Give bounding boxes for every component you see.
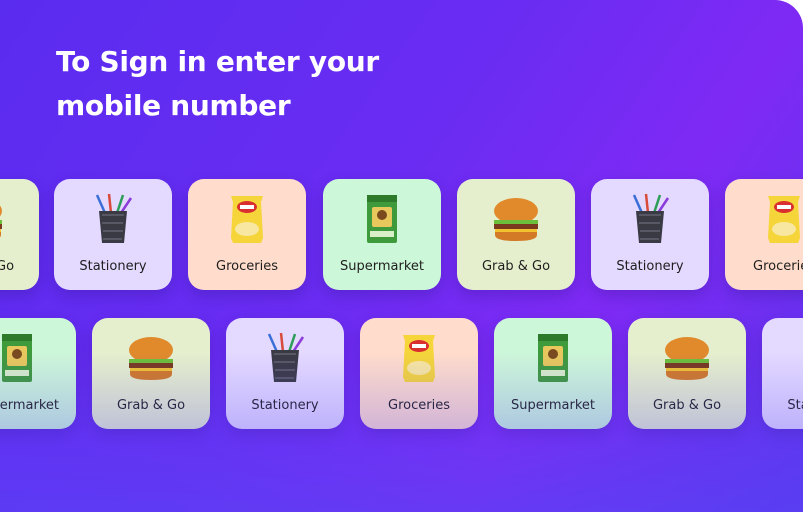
category-label: Grab & Go (652, 398, 722, 413)
category-tile-groceries[interactable]: Groceries (360, 318, 478, 429)
category-label: Stationery (79, 259, 147, 274)
category-tile-stationery[interactable]: Stationery (591, 179, 709, 290)
category-tile-supermarket[interactable]: Supermarket (0, 318, 76, 429)
category-tile-groceries[interactable]: Groceries (188, 179, 306, 290)
burger-icon (129, 337, 173, 380)
pencil-cup-icon (795, 332, 803, 384)
page-title: To Sign in enter your mobile number (56, 40, 416, 128)
category-label: Grab & Go (116, 398, 186, 413)
category-banner: To Sign in enter your mobile number Grab… (0, 0, 803, 512)
chips-pack-icon (403, 335, 435, 382)
category-label: Stationery (787, 398, 803, 413)
category-row-2: Supermarket Grab & Go Stationery Groceri… (0, 318, 803, 430)
category-tile-stationery[interactable]: Stationery (226, 318, 344, 429)
grocery-pack-icon (367, 195, 397, 243)
chips-pack-icon (768, 196, 800, 243)
category-label: Supermarket (0, 398, 59, 413)
grocery-pack-icon (538, 334, 568, 382)
category-label: Grab & Go (481, 259, 551, 274)
category-tile-stationery[interactable]: Stationery (762, 318, 803, 429)
category-tile-groceries[interactable]: Groceries (725, 179, 803, 290)
pencil-cup-icon (632, 193, 670, 243)
pencil-cup-icon (95, 193, 133, 243)
burger-icon (494, 198, 538, 241)
category-tile-stationery[interactable]: Stationery (54, 179, 172, 290)
category-tile-grab-and-go[interactable]: Grab & Go (457, 179, 575, 290)
category-tile-supermarket[interactable]: Supermarket (323, 179, 441, 290)
category-row-1: Grab & Go Stationery Groceries Supermark… (0, 179, 803, 291)
category-label: Groceries (216, 259, 278, 274)
burger-icon (0, 205, 2, 238)
pencil-cup-icon (267, 332, 305, 382)
category-tile-grab-and-go[interactable]: Grab & Go (0, 179, 39, 290)
grocery-pack-icon (2, 334, 32, 382)
category-label: Stationery (251, 398, 319, 413)
category-tile-supermarket[interactable]: Supermarket (494, 318, 612, 429)
category-label: Supermarket (340, 259, 424, 274)
burger-icon (665, 337, 709, 380)
category-label: Groceries (388, 398, 450, 413)
category-label: Groceries (753, 259, 803, 274)
title-line-2: mobile number (56, 89, 291, 122)
category-label: Grab & Go (0, 259, 15, 274)
category-tile-grab-and-go[interactable]: Grab & Go (628, 318, 746, 429)
category-label: Stationery (616, 259, 684, 274)
category-tile-grab-and-go[interactable]: Grab & Go (92, 318, 210, 429)
chips-pack-icon (231, 196, 263, 243)
title-line-1: To Sign in enter your (56, 45, 379, 78)
category-label: Supermarket (511, 398, 595, 413)
